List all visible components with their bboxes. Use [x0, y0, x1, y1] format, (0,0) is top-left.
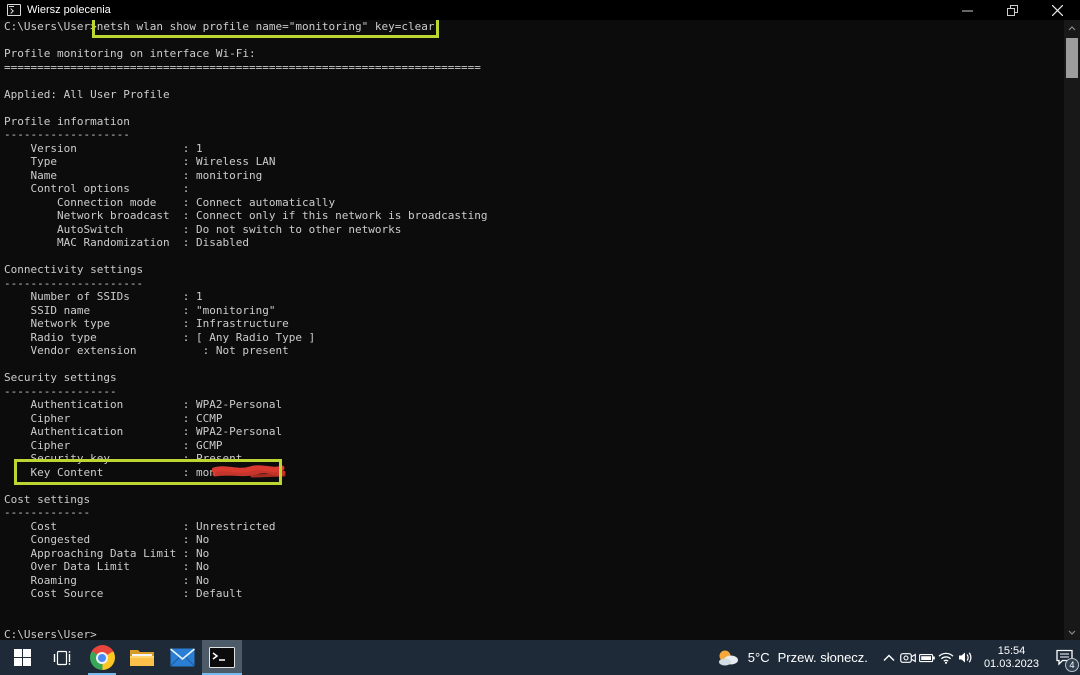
- taskbar-cmd-button[interactable]: [202, 640, 242, 675]
- cmd-icon: [209, 647, 235, 668]
- minimize-icon: [962, 5, 973, 16]
- weather-temperature: 5°C: [748, 650, 770, 665]
- battery-tray-button[interactable]: [918, 640, 937, 675]
- restore-icon: [1007, 5, 1018, 16]
- task-view-button[interactable]: [42, 640, 82, 675]
- terminal-output: C:\Users\User>netsh wlan show profile na…: [0, 20, 1080, 641]
- network-tray-button[interactable]: [937, 640, 956, 675]
- scrollbar-up-button[interactable]: [1064, 20, 1080, 36]
- window-titlebar[interactable]: Wiersz polecenia: [0, 0, 1080, 20]
- scrollbar-thumb[interactable]: [1066, 38, 1078, 78]
- wifi-icon: [938, 652, 954, 664]
- cmd-window-icon[interactable]: [7, 4, 21, 16]
- meet-now-icon: [900, 651, 916, 665]
- taskbar-file-explorer-button[interactable]: [122, 640, 162, 675]
- action-center-button[interactable]: 4: [1048, 640, 1080, 675]
- volume-icon: [958, 651, 973, 664]
- windows-logo-icon: [14, 649, 31, 666]
- close-icon: [1052, 5, 1063, 16]
- chevron-up-icon: [883, 654, 895, 662]
- taskbar-mail-button[interactable]: [162, 640, 202, 675]
- battery-icon: [919, 653, 935, 663]
- weather-sun-cloud-icon: [716, 649, 740, 666]
- terminal-body-text: Profile monitoring on interface Wi-Fi: =…: [4, 47, 487, 641]
- show-hidden-icons-button[interactable]: [880, 640, 899, 675]
- restore-button[interactable]: [990, 0, 1035, 20]
- mail-icon: [170, 648, 195, 667]
- prompt-text: C:\Users\User>: [4, 20, 97, 33]
- command-text-highlighted: netsh wlan show profile name="monitoring…: [97, 20, 435, 33]
- scroll-down-icon: [1068, 630, 1076, 635]
- minimize-button[interactable]: [945, 0, 990, 20]
- weather-condition: Przew. słonecz.: [778, 650, 868, 665]
- close-button[interactable]: [1035, 0, 1080, 20]
- chrome-icon: [90, 645, 115, 670]
- scrollbar-down-button[interactable]: [1064, 624, 1080, 640]
- taskbar: 5°C Przew. słonecz.: [0, 640, 1080, 675]
- meet-now-tray-button[interactable]: [899, 640, 918, 675]
- file-explorer-icon: [129, 647, 155, 668]
- scroll-up-icon: [1068, 26, 1076, 31]
- console-window: C:\Users\User>netsh wlan show profile na…: [0, 20, 1080, 640]
- clock-time: 15:54: [984, 645, 1039, 658]
- notification-count-badge: 4: [1065, 658, 1079, 672]
- taskbar-chrome-button[interactable]: [82, 640, 122, 675]
- taskbar-weather-widget[interactable]: 5°C Przew. słonecz.: [708, 640, 880, 675]
- clock-date: 01.03.2023: [984, 658, 1039, 671]
- volume-tray-button[interactable]: [956, 640, 975, 675]
- window-title: Wiersz polecenia: [27, 0, 111, 20]
- console-scrollbar[interactable]: [1064, 20, 1080, 640]
- taskbar-clock[interactable]: 15:54 01.03.2023: [975, 645, 1048, 671]
- start-button[interactable]: [2, 640, 42, 675]
- task-view-icon: [52, 649, 72, 667]
